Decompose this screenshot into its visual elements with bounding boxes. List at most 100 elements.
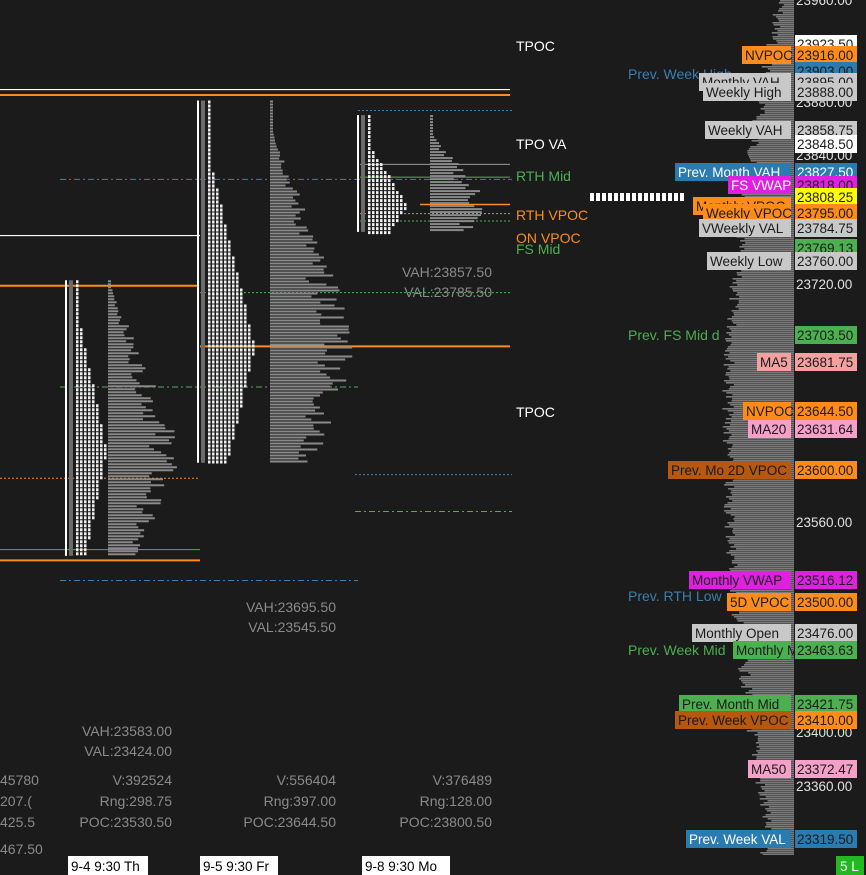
tpo-block [208, 268, 211, 272]
level-label: Prev. RTH Low [628, 588, 723, 604]
composite-volume-bar [756, 758, 794, 760]
tpo-block [224, 312, 227, 316]
tpo-block [208, 284, 211, 288]
session-volume-bar [108, 406, 146, 409]
composite-volume-bar [732, 500, 794, 502]
tpo-block [76, 336, 79, 340]
tpo-block [216, 328, 219, 332]
tpo-block [80, 412, 83, 416]
tpo-block [224, 356, 227, 360]
tpo-block [220, 448, 223, 452]
tpo-block [228, 408, 231, 412]
composite-volume-bar [731, 490, 794, 492]
tpo-block [80, 484, 83, 488]
composite-volume-bar [773, 24, 794, 26]
composite-volume-bar [764, 826, 794, 828]
session-volume-bar [270, 208, 306, 211]
session-volume-bar [270, 247, 315, 250]
composite-volume-bar [736, 548, 794, 550]
tpo-block [216, 280, 219, 284]
tpo-block [228, 284, 231, 288]
tpo-block [208, 276, 211, 280]
tpo-block [212, 452, 215, 456]
tpo-block [384, 227, 387, 231]
session-volume-bar [430, 151, 446, 154]
session-volume-bar [108, 478, 163, 481]
price-axis-tag-text: 23372.47 [797, 762, 853, 777]
tpo-block [80, 544, 83, 548]
tpo-block [228, 280, 231, 284]
session-volume-bar [270, 226, 307, 229]
tpo-block [392, 183, 395, 187]
session-volume-bar [270, 178, 287, 181]
tpo-block [84, 404, 87, 408]
composite-volume-bar [771, 64, 794, 66]
tpo-block [228, 268, 231, 272]
tpo-block [208, 160, 211, 164]
tpo-block [88, 432, 91, 436]
tpo-block [208, 364, 211, 368]
composite-volume-bar [739, 612, 794, 614]
tpo-block [96, 472, 99, 476]
composite-volume-bar [725, 512, 794, 514]
tpo-block [92, 408, 95, 412]
session-volume-bar [270, 286, 339, 289]
tpo-block [100, 440, 103, 444]
tpo-block [76, 548, 79, 552]
tpo-block [372, 163, 375, 167]
tpo-block [76, 460, 79, 464]
session-stat-text: VAL:23545.50 [248, 619, 336, 635]
composite-volume-bar [768, 806, 794, 808]
tpo-block [224, 252, 227, 256]
tpo-block [76, 448, 79, 452]
tpo-block [216, 216, 219, 220]
tpo-block [216, 276, 219, 280]
tpo-block [224, 440, 227, 444]
tpo-block [84, 480, 87, 484]
tpo-block [212, 288, 215, 292]
tpo-block [80, 552, 83, 556]
tpo-block [208, 120, 211, 124]
tpo-block [208, 204, 211, 208]
level-tag-text: Weekly VPOC [706, 206, 792, 221]
tpo-block [80, 408, 83, 412]
tpo-block [368, 175, 371, 179]
tpo-block [212, 436, 215, 440]
tpo-block [76, 436, 79, 440]
session-volume-bar [270, 418, 312, 421]
tpo-block [380, 219, 383, 223]
tpo-block [84, 548, 87, 552]
session-volume-bar [270, 328, 349, 331]
composite-volume-bar [759, 102, 794, 104]
tpo-block [100, 448, 103, 452]
session-volume-bar [108, 358, 130, 361]
tpo-block [84, 364, 87, 368]
composite-volume-bar [727, 448, 794, 450]
session-volume-bar [108, 304, 115, 307]
tpo-block [84, 504, 87, 508]
tpo-block [380, 195, 383, 199]
tpo-block [372, 175, 375, 179]
price-axis-tick: 23560.00 [796, 515, 852, 530]
tpo-block [92, 496, 95, 500]
tpo-block [212, 248, 215, 252]
composite-volume-bar [733, 458, 794, 460]
tpo-block [368, 143, 371, 147]
tpo-block [240, 376, 243, 380]
tpo-block [212, 396, 215, 400]
tpo-block [372, 211, 375, 215]
session-volume-bar [270, 154, 280, 157]
tpo-block [220, 360, 223, 364]
tpo-block [228, 252, 231, 256]
session-volume-bar [270, 304, 335, 307]
session-volume-bar [108, 505, 137, 508]
session-volume-bar [108, 343, 134, 346]
level-tag-text: Prev. Week VPOC [678, 713, 789, 728]
tpo-block [76, 404, 79, 408]
tpo-block [76, 516, 79, 520]
tpo-block [216, 244, 219, 248]
tpo-block [76, 444, 79, 448]
session-stat-text: V:392524 [113, 772, 173, 788]
tpo-block [96, 484, 99, 488]
tpo-block [236, 412, 239, 416]
